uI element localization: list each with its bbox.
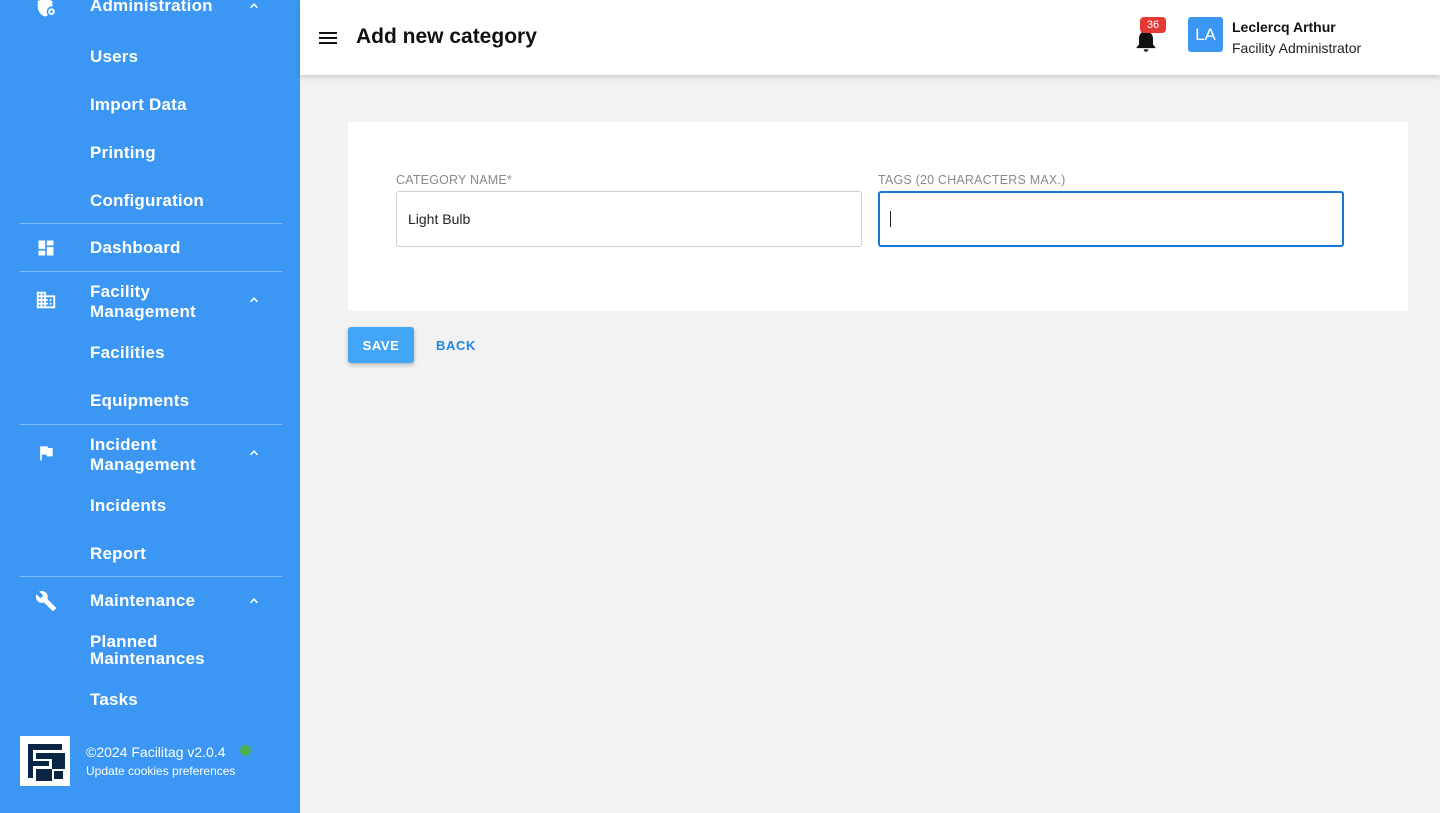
tags-input[interactable] [878, 191, 1344, 247]
avatar[interactable]: LA [1188, 17, 1223, 52]
sidebar-item-printing[interactable]: Printing [90, 144, 156, 161]
sidebar-footer: ©2024 Facilitag v2.0.4 Update cookies pr… [20, 736, 290, 786]
sidebar-item-incident-management[interactable]: Incident Management [0, 435, 300, 475]
sidebar-item-facility-management[interactable]: Facility Management [0, 282, 300, 322]
wrench-icon [34, 589, 58, 613]
label-line: Incident [90, 435, 157, 454]
sidebar-item-label: Facility Management [90, 282, 196, 322]
notification-count-badge: 36 [1140, 17, 1166, 33]
top-header: Add new category 36 LA Leclercq Arthur F… [300, 0, 1440, 75]
category-name-input[interactable] [396, 191, 862, 247]
sidebar-item-label: Incident Management [90, 435, 196, 475]
status-dot [240, 745, 251, 756]
sidebar-item-label: Dashboard [90, 238, 181, 257]
chevron-up-icon[interactable] [244, 591, 264, 611]
sidebar-item-configuration[interactable]: Configuration [90, 192, 204, 209]
sidebar-divider [20, 576, 282, 577]
sidebar-item-administration[interactable]: Administration [0, 0, 300, 18]
label-line: Planned [90, 632, 158, 651]
sidebar-item-report[interactable]: Report [90, 545, 146, 562]
sidebar-item-label: Maintenance [90, 591, 196, 610]
sidebar-item-tasks[interactable]: Tasks [90, 691, 138, 708]
label-line: Management [90, 455, 196, 474]
sidebar-item-facilities[interactable]: Facilities [90, 344, 165, 361]
sidebar-divider [20, 271, 282, 272]
user-name: Leclercq Arthur [1232, 19, 1336, 35]
dashboard-icon [34, 236, 58, 260]
tags-label: TAGS (20 CHARACTERS MAX.) [878, 173, 1066, 187]
chevron-up-icon[interactable] [244, 290, 264, 310]
flag-icon [34, 441, 58, 465]
category-name-label: CATEGORY NAME* [396, 173, 513, 187]
chevron-up-icon[interactable] [244, 443, 264, 463]
copyright-text: ©2024 Facilitag v2.0.4 [86, 744, 226, 760]
label-line: Facility [90, 282, 151, 301]
sidebar-divider [20, 223, 282, 224]
sidebar-item-planned-maintenances[interactable]: Planned Maintenances [90, 633, 205, 667]
save-button[interactable]: SAVE [348, 327, 414, 363]
label-line: Maintenances [90, 649, 205, 668]
sidebar-item-label: Administration [90, 0, 213, 15]
user-role: Facility Administrator [1232, 40, 1362, 56]
facilitag-logo [20, 736, 70, 786]
hamburger-menu-icon[interactable] [316, 26, 340, 50]
sidebar-item-incidents[interactable]: Incidents [90, 497, 166, 514]
sidebar-item-users[interactable]: Users [90, 48, 138, 65]
sidebar-item-import-data[interactable]: Import Data [90, 96, 187, 113]
sidebar-item-dashboard[interactable]: Dashboard [0, 238, 300, 258]
sidebar-item-equipments[interactable]: Equipments [90, 392, 189, 409]
page-title: Add new category [356, 25, 537, 48]
text-cursor [890, 211, 891, 227]
sidebar-item-maintenance[interactable]: Maintenance [0, 589, 300, 613]
back-button[interactable]: BACK [424, 327, 488, 363]
building-icon [34, 288, 58, 312]
label-line: Management [90, 302, 196, 321]
sidebar: Administration Users Import Data Printin… [0, 0, 300, 813]
admin-shield-icon [34, 0, 58, 20]
cookies-link[interactable]: Update cookies preferences [86, 764, 235, 778]
sidebar-divider [20, 424, 282, 425]
chevron-up-icon[interactable] [244, 0, 264, 16]
